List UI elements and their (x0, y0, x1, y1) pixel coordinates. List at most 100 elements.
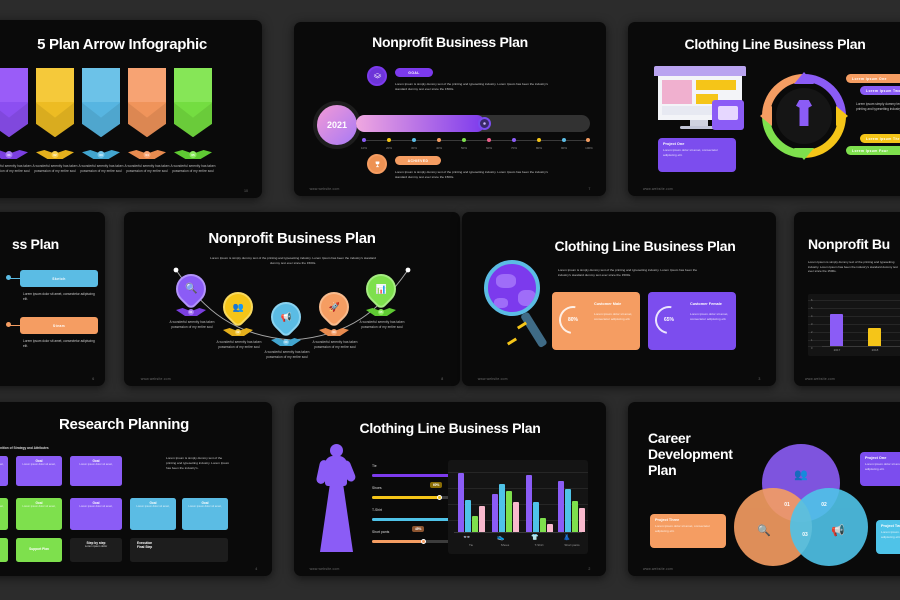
goal-tag: GOAL (395, 68, 433, 77)
card-heading: Project Two (881, 524, 900, 528)
x-label-shoes: Shoes (500, 543, 510, 547)
dress-silhouette (315, 444, 360, 554)
project-one-card[interactable]: Project One Lorem ipsum dolor sit amet, … (658, 138, 736, 172)
cycle-bar-4[interactable]: Lorem Ipsum Four (846, 146, 900, 155)
arrow-caption-3: A wonderful serenity has taken possessio… (78, 164, 124, 173)
tile-2[interactable]: Goal Lorem ipsum dolor sit amet, (16, 456, 62, 486)
process-item-steam[interactable]: Steam (20, 317, 98, 334)
axis-icon-tshirt: 👕 (531, 535, 539, 541)
tile-text: Lorem ipsum dolor sit amet, (79, 462, 113, 466)
tile-text: Lorem ipsum dolor sit amet, (136, 504, 170, 508)
page-number: 6 (92, 377, 95, 381)
card-text: Lorem ipsum dolor sit amet, consectetur … (655, 524, 711, 533)
tile-text: Lorem ipsum dolor sit amet, (0, 504, 4, 508)
pin-num-5: 05 (378, 309, 384, 315)
page-title: Clothing Line Business Plan (359, 420, 541, 436)
slide-clothing-sliders[interactable]: Clothing Line Business Plan Tie 90% Shoe… (294, 402, 606, 576)
slider-label: Short pants (372, 530, 390, 534)
slider-knob[interactable] (421, 539, 426, 544)
slider-knob[interactable] (437, 495, 442, 500)
slide-clothing-cycle[interactable]: Clothing Line Business Plan Project One … (628, 22, 900, 196)
execution-box[interactable]: Execution Final Step (130, 538, 228, 562)
page-number: 7 (588, 187, 591, 191)
card-heading: Project One (865, 456, 887, 460)
step-by-step-box[interactable]: Step by step Lorem ipsum dolor (70, 538, 122, 562)
card-heading: Project One (663, 142, 685, 146)
slide-subtitle: a step - Definition of Strategy and Attr… (0, 446, 49, 450)
slider-value: 60% (430, 482, 443, 488)
arrow-badge-3: 03 (97, 151, 105, 158)
slider-label: Tie (372, 464, 377, 468)
customer-female-card[interactable]: 65% Customer Female Lorem ipsum dolor si… (648, 292, 736, 350)
cycle-bar-1[interactable]: Lorem Ipsum One (846, 74, 900, 83)
leaf-shape-1 (0, 150, 28, 159)
cycle-bar-3[interactable]: Lorem Ipsum Three (860, 134, 900, 143)
tile-5[interactable]: Goal Lorem ipsum dolor sit amet, (16, 498, 62, 530)
arrow-caption-5: A wonderful serenity has taken possessio… (170, 164, 216, 173)
pin-caption-5: A wonderful serenity has taken possessio… (359, 320, 405, 329)
slide-nonprofit-timeline[interactable]: Nonprofit Business Plan GOAL Lorem Ipsum… (294, 22, 606, 196)
slide-research-planning[interactable]: Research Planning a step - Definition of… (0, 402, 272, 576)
tile-10[interactable]: Support Plan (16, 538, 62, 562)
layers-icon (367, 66, 387, 86)
project-one-card[interactable]: Project One Lorem ipsum dolor sit amet, … (860, 452, 900, 486)
slide-nonprofit-pins[interactable]: Nonprofit Business Plan Lorem Ipsum is s… (124, 212, 460, 386)
x-label-tie: Tie (468, 543, 474, 547)
x-label-tshirt: T-Shirt (534, 543, 544, 547)
tile-text: Lorem ipsum dolor sit amet, (22, 504, 56, 508)
process-item-sketch[interactable]: Sketch (20, 270, 98, 287)
card-heading: Customer Female (690, 302, 722, 306)
org-chart-icon: 👥 (794, 468, 808, 481)
tile-6[interactable]: Goal Lorem ipsum dolor sit amet, (70, 498, 122, 530)
progress-fill (356, 115, 485, 132)
page-title: Nonprofit Bu (808, 236, 890, 252)
progress-track[interactable] (356, 115, 590, 132)
pin-num-1: 01 (188, 309, 194, 315)
tile-4[interactable]: Goal Lorem ipsum dolor sit amet, (0, 498, 8, 530)
tile-1[interactable]: Goal Lorem ipsum dolor sit amet, (0, 456, 8, 486)
customer-male-card[interactable]: 80% Customer Male Lorem ipsum dolor sit … (552, 292, 640, 350)
page-title: Clothing Line Business Plan (684, 36, 866, 52)
page-title: Research Planning (59, 416, 189, 433)
tile-8[interactable]: Goal Lorem ipsum dolor sit amet, (182, 498, 228, 530)
cycle-bar-2[interactable]: Lorem Ipsum Two (860, 86, 900, 95)
pin-5: 📊 (359, 267, 403, 311)
tile-7[interactable]: Goal Lorem ipsum dolor sit amet, (130, 498, 176, 530)
page-title: Nonprofit Business Plan (372, 34, 528, 50)
tile-9[interactable]: Step by Step (0, 538, 8, 562)
arrow-1 (0, 68, 28, 148)
page-title: Clothing Line Business Plan (554, 238, 736, 254)
slide-clothing-customers[interactable]: Clothing Line Business Plan Lorem Ipsum … (462, 212, 776, 386)
bar-chart: 6543210 2017 2018 2019 (808, 294, 900, 356)
page-title: Nonprofit Business Plan (208, 230, 376, 247)
bar-2017 (830, 314, 843, 346)
axis-icon-shortpants: 👗 (563, 535, 571, 541)
project-two-card[interactable]: Project Two Lorem ipsum dolor sit amet, … (876, 520, 900, 554)
x-label-shortpants: Short pants (564, 543, 580, 547)
slide-nonprofit-chart[interactable]: Nonprofit Bu Lorem Ipsum is simply dummy… (794, 212, 900, 386)
slide-subtitle: Lorem Ipsum is simply dummy text of the … (808, 260, 898, 274)
female-percent-value: 65% (663, 317, 675, 324)
people-icon: 👥 (232, 301, 244, 312)
page-number: 10 (244, 189, 248, 193)
magnifier-icon: 🔍 (184, 283, 198, 295)
cycle-diagram (758, 70, 850, 162)
progress-knob[interactable] (478, 117, 491, 130)
arrow-caption-4: A wonderful serenity has taken possessio… (124, 164, 170, 173)
axis-icon-shoes: 👟 (497, 535, 505, 541)
slider-label: Shoes (372, 486, 382, 490)
slide-process-plan[interactable]: ss Plan Sketch Lorem ipsum dolor sit ame… (0, 212, 105, 386)
slide-subtitle: Lorem Ipsum is simply dummy text of the … (558, 268, 698, 277)
tile-3[interactable]: Goal Lorem ipsum dolor sit amet, (70, 456, 122, 486)
card-heading: Customer Male (594, 302, 622, 306)
card-text: Lorem ipsum dolor sit amet, consectetur … (594, 312, 633, 321)
footer-url: www.website.com (643, 187, 673, 191)
bar-group-tshirt (526, 470, 553, 532)
tile-label: Support Plan (29, 546, 49, 551)
slide-career-development[interactable]: Career Development Plan 👥 🔍 📢 01 02 03 P… (628, 402, 900, 576)
venn-circle-right[interactable]: 📢 (790, 488, 868, 566)
page-number: 2 (588, 567, 591, 571)
project-three-card[interactable]: Project Three Lorem ipsum dolor sit amet… (650, 514, 726, 548)
page-number: 8 (441, 377, 444, 381)
slide-plan-arrow[interactable]: 5 Plan Arrow Infographic 01 02 03 04 05 … (0, 20, 262, 198)
